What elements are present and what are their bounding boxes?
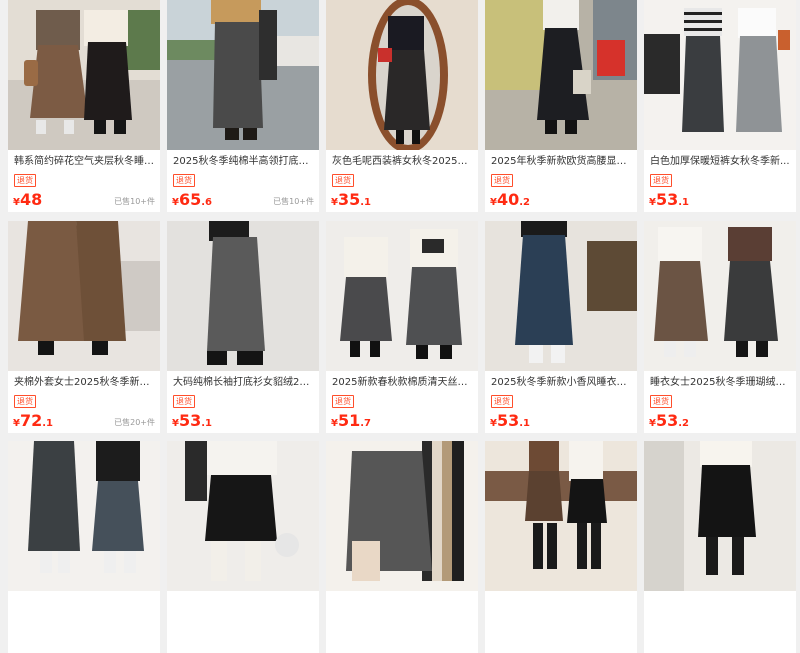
product-title[interactable]: 大码纯棉长袖打底衫女貂绒202...	[173, 375, 315, 391]
product-price: ¥53.2	[649, 411, 689, 430]
product-title[interactable]	[650, 595, 792, 611]
product-card[interactable]: 夹棉外套女士2025秋冬季新款... 退货 ¥72.1 已售20+件	[8, 221, 160, 433]
product-price: ¥53.1	[490, 411, 530, 430]
product-card[interactable]	[8, 441, 160, 653]
return-badge: 退货	[332, 395, 354, 408]
product-image[interactable]	[326, 221, 478, 371]
return-badge: 退货	[173, 174, 195, 187]
return-badge: 退货	[173, 395, 195, 408]
product-image[interactable]	[644, 221, 796, 371]
product-title[interactable]: 2025秋冬季纯棉半高领打底衫...	[173, 154, 315, 170]
product-image[interactable]	[326, 441, 478, 591]
product-photo	[167, 441, 319, 591]
product-card[interactable]	[485, 441, 637, 653]
sold-count: 已售10+件	[114, 197, 155, 206]
product-card[interactable]: 2025新款春秋款棉质清天丝波... 退货 ¥51.7	[326, 221, 478, 433]
return-badge: 退货	[650, 395, 672, 408]
product-card[interactable]: 睡衣女士2025秋冬季珊瑚绒拉... 退货 ¥53.2	[644, 221, 796, 433]
product-image[interactable]	[485, 441, 637, 591]
product-price: ¥35.1	[331, 190, 371, 209]
product-image[interactable]	[644, 0, 796, 150]
product-card[interactable]: 灰色毛呢西装裤女秋冬2025新... 退货 ¥35.1	[326, 0, 478, 212]
product-card[interactable]: 韩系简约碎花空气夹层秋冬睡衣... 退货 ¥48 已售10+件	[8, 0, 160, 212]
product-image[interactable]	[8, 0, 160, 150]
product-card[interactable]: 2025秋冬季纯棉半高领打底衫... 退货 ¥65.6 已售10+件	[167, 0, 319, 212]
product-photo	[167, 221, 319, 371]
product-card[interactable]: 白色加厚保暖短裤女秋冬季新... 退货 ¥53.1	[644, 0, 796, 212]
product-photo	[167, 0, 319, 150]
product-image[interactable]	[485, 221, 637, 371]
product-title[interactable]: 2025新款春秋款棉质清天丝波...	[332, 375, 474, 391]
product-card[interactable]: 2025年秋季新款欧货高腰显瘦... 退货 ¥40.2	[485, 0, 637, 212]
product-image[interactable]	[485, 0, 637, 150]
product-title[interactable]: 2025年秋季新款欧货高腰显瘦...	[491, 154, 633, 170]
product-title[interactable]: 灰色毛呢西装裤女秋冬2025新...	[332, 154, 474, 170]
product-image[interactable]	[8, 441, 160, 591]
product-photo	[8, 441, 160, 591]
product-image[interactable]	[8, 221, 160, 371]
product-image[interactable]	[167, 0, 319, 150]
product-photo	[326, 221, 478, 371]
product-title[interactable]	[332, 595, 474, 611]
product-photo	[644, 0, 796, 150]
product-price: ¥40.2	[490, 190, 530, 209]
product-card[interactable]	[167, 441, 319, 653]
product-title[interactable]: 2025秋冬季新款小香风睡衣女...	[491, 375, 633, 391]
product-image[interactable]	[167, 221, 319, 371]
product-title[interactable]: 韩系简约碎花空气夹层秋冬睡衣...	[14, 154, 156, 170]
product-image[interactable]	[167, 441, 319, 591]
product-title[interactable]: 白色加厚保暖短裤女秋冬季新...	[650, 154, 792, 170]
product-photo	[485, 441, 637, 591]
product-card[interactable]	[644, 441, 796, 653]
product-price: ¥53.1	[172, 411, 212, 430]
product-photo	[326, 441, 478, 591]
product-photo	[8, 221, 160, 371]
product-title[interactable]: 睡衣女士2025秋冬季珊瑚绒拉...	[650, 375, 792, 391]
product-photo	[485, 0, 637, 150]
return-badge: 退货	[332, 174, 354, 187]
product-card[interactable]	[326, 441, 478, 653]
product-photo	[8, 0, 160, 150]
product-title[interactable]	[491, 595, 633, 611]
return-badge: 退货	[491, 395, 513, 408]
product-card[interactable]: 2025秋冬季新款小香风睡衣女... 退货 ¥53.1	[485, 221, 637, 433]
product-price: ¥48	[13, 190, 43, 209]
product-card[interactable]: 大码纯棉长袖打底衫女貂绒202... 退货 ¥53.1	[167, 221, 319, 433]
product-grid: 韩系简约碎花空气夹层秋冬睡衣... 退货 ¥48 已售10+件 2025秋冬季纯…	[0, 0, 800, 653]
product-price: ¥65.6	[172, 190, 212, 209]
product-photo	[644, 221, 796, 371]
sold-count: 已售10+件	[273, 197, 314, 206]
return-badge: 退货	[491, 174, 513, 187]
product-title[interactable]	[14, 595, 156, 611]
product-image[interactable]	[644, 441, 796, 591]
product-image[interactable]	[326, 0, 478, 150]
return-badge: 退货	[14, 395, 36, 408]
return-badge: 退货	[14, 174, 36, 187]
product-price: ¥51.7	[331, 411, 371, 430]
return-badge: 退货	[650, 174, 672, 187]
product-title[interactable]	[173, 595, 315, 611]
product-title[interactable]: 夹棉外套女士2025秋冬季新款...	[14, 375, 156, 391]
product-price: ¥53.1	[649, 190, 689, 209]
product-photo	[326, 0, 478, 150]
product-price: ¥72.1	[13, 411, 53, 430]
product-photo	[644, 441, 796, 591]
product-photo	[485, 221, 637, 371]
sold-count: 已售20+件	[114, 418, 155, 427]
